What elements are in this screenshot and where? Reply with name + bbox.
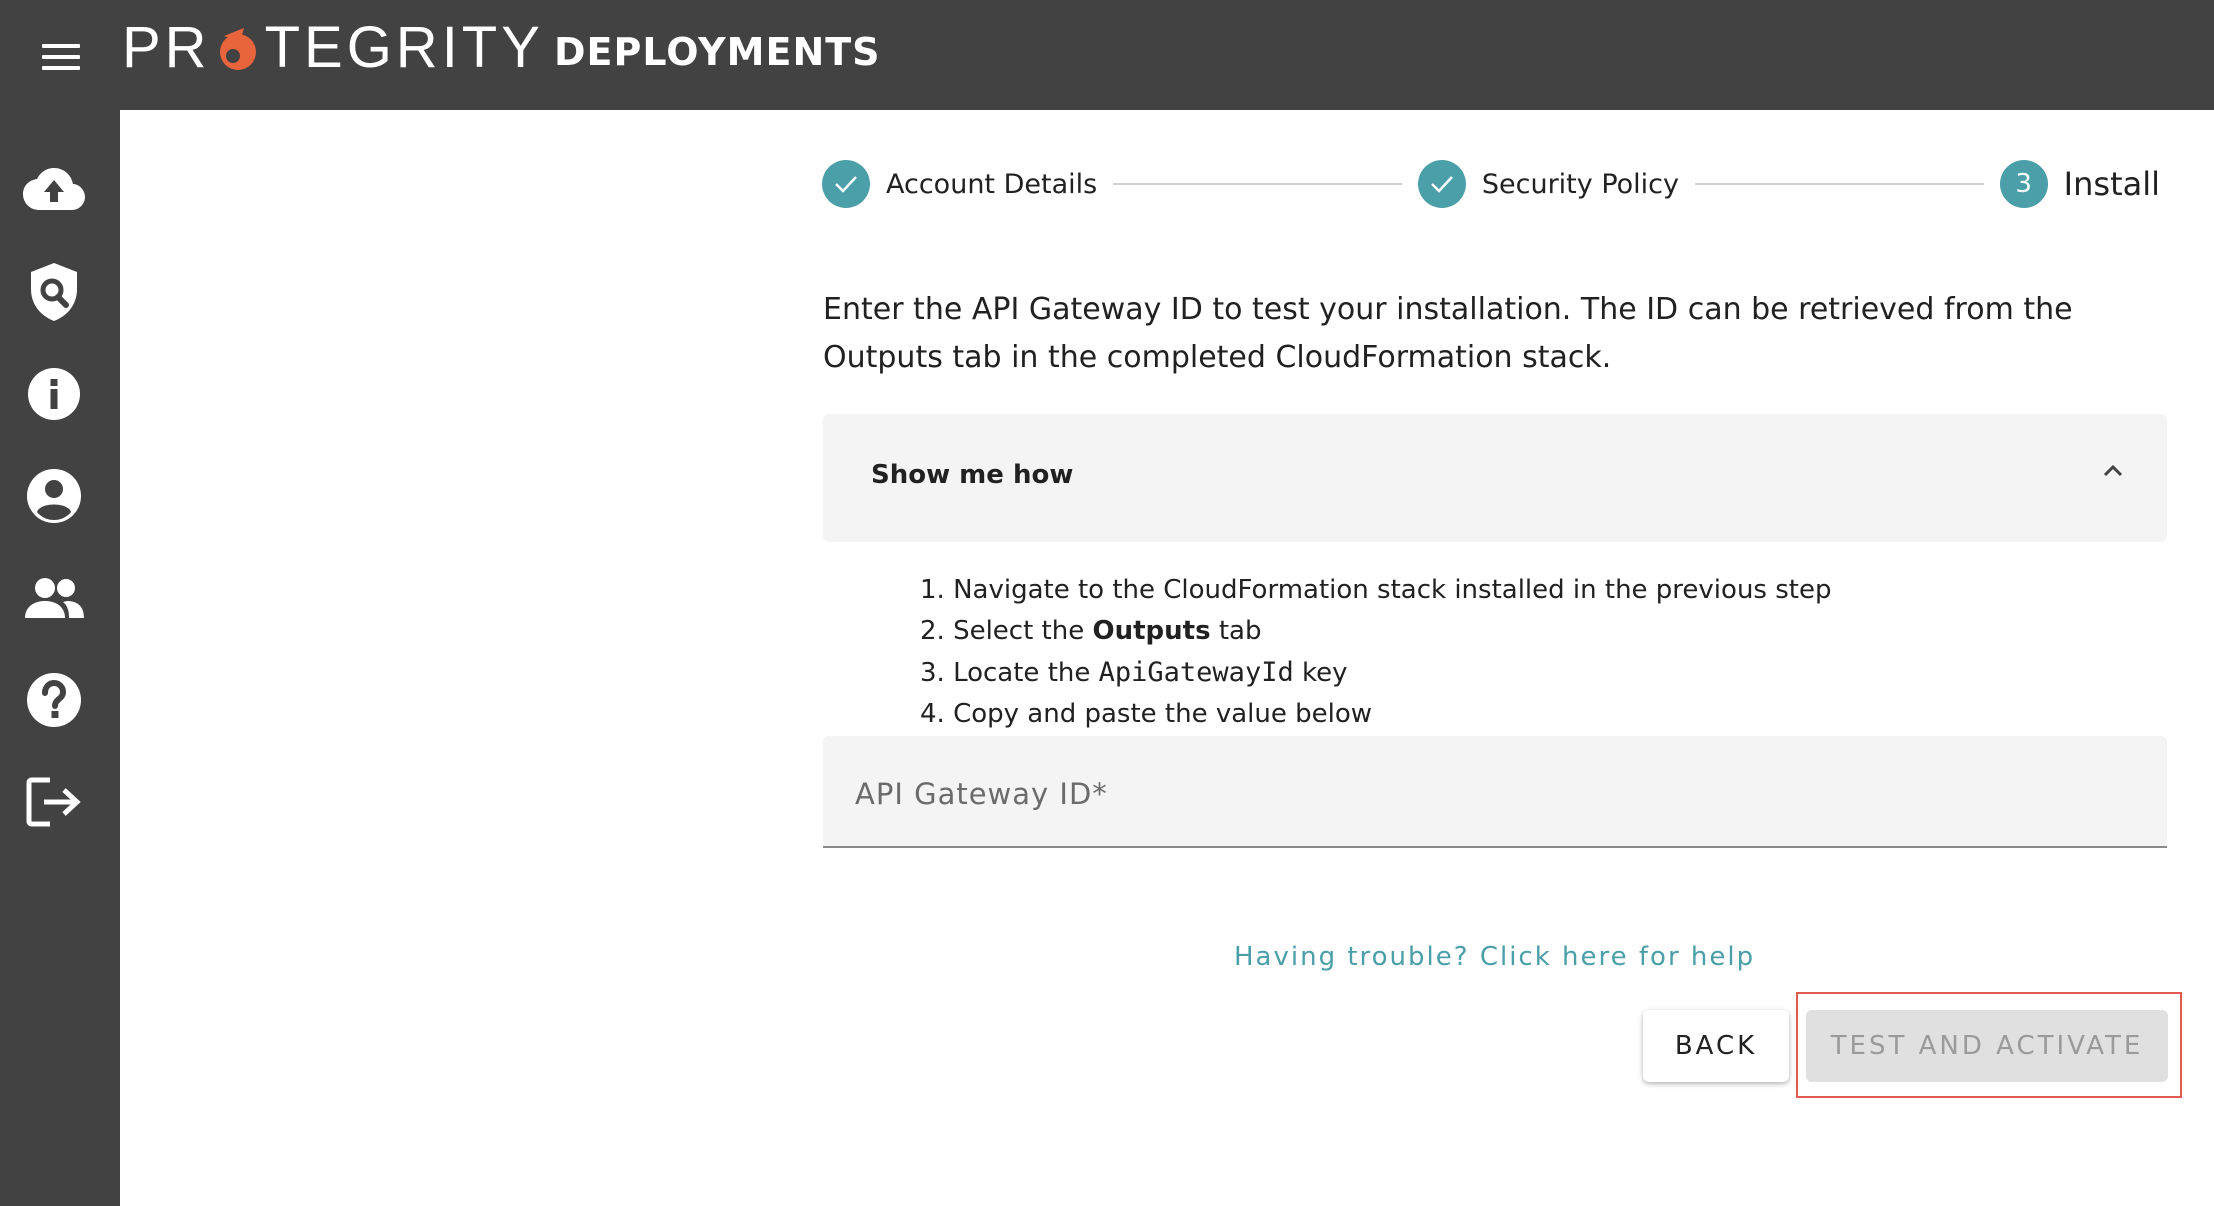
help-icon[interactable] <box>20 666 88 734</box>
protegrity-logo: PR TEGRITY <box>122 18 544 78</box>
how-to-steps: 1. Navigate to the CloudFormation stack … <box>920 570 2120 735</box>
help-link[interactable]: Having trouble? Click here for help <box>1234 942 1755 972</box>
instruction-text: Enter the API Gateway ID to test your in… <box>823 292 2073 375</box>
app-title: DEPLOYMENTS <box>554 30 881 74</box>
step-label: Security Policy <box>1481 168 1679 200</box>
step-account-details[interactable]: Account Details <box>822 160 1097 208</box>
api-gateway-id-input[interactable] <box>823 736 2167 846</box>
list-item: 1. Navigate to the CloudFormation stack … <box>920 575 1832 605</box>
show-me-how-accordion[interactable]: Show me how <box>823 414 2167 542</box>
top-app-bar: PR TEGRITY DEPLOYMENTS <box>0 0 2214 110</box>
logout-icon[interactable] <box>20 768 88 836</box>
step-label: Account Details <box>886 168 1098 200</box>
logo-text-right: TEGRITY <box>264 15 544 80</box>
step-connector <box>1695 183 1984 185</box>
shield-search-icon[interactable] <box>20 258 88 326</box>
info-icon[interactable] <box>20 360 88 428</box>
check-icon <box>1417 160 1466 208</box>
accordion-title: Show me how <box>871 460 1074 490</box>
api-gateway-id-field[interactable] <box>823 736 2167 848</box>
step-number: 3 <box>1999 160 2048 208</box>
list-item: 4. Copy and paste the value below <box>920 699 1373 729</box>
step-install: 3 Install <box>1999 160 2160 208</box>
logo-mark-icon <box>219 28 256 70</box>
list-item: 2. Select the Outputs tab <box>920 616 1262 646</box>
logo-text-left: PR <box>122 15 211 80</box>
account-circle-icon[interactable] <box>20 462 88 530</box>
sidebar-nav <box>0 110 120 1206</box>
menu-icon[interactable] <box>42 44 80 70</box>
cloud-upload-icon[interactable] <box>20 156 88 224</box>
group-icon[interactable] <box>20 564 88 632</box>
chevron-up-icon[interactable] <box>2099 456 2127 484</box>
check-icon <box>822 160 870 208</box>
step-security-policy[interactable]: Security Policy <box>1417 160 1679 208</box>
test-and-activate-button[interactable]: TEST AND ACTIVATE <box>1806 1010 2168 1082</box>
list-item: 3. Locate the ApiGatewayId key <box>920 657 1348 688</box>
install-stepper: Account Details Security Policy 3 Instal… <box>822 158 2160 210</box>
step-connector <box>1113 183 1402 185</box>
back-button[interactable]: BACK <box>1643 1010 1789 1082</box>
step-label: Install <box>2063 165 2160 203</box>
